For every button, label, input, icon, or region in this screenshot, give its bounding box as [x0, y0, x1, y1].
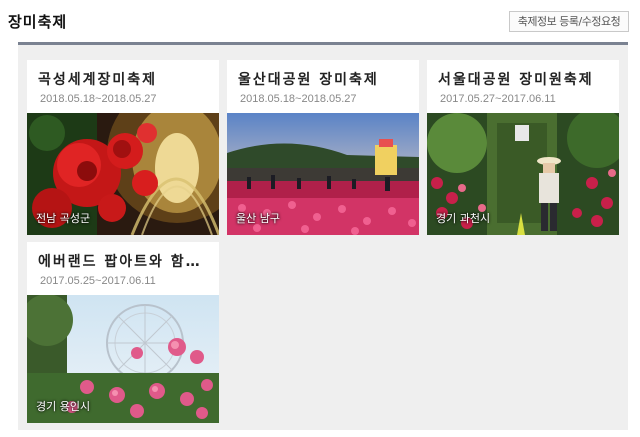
- festival-photo[interactable]: 울산 남구: [227, 113, 419, 235]
- festival-date: 2017.05.25~2017.06.11: [40, 275, 156, 287]
- festival-title[interactable]: 울산대공원 장미축제: [238, 69, 413, 89]
- festival-title[interactable]: 서울대공원 장미원축제: [438, 69, 613, 89]
- festival-card[interactable]: 울산대공원 장미축제 2018.05.18~2018.05.27 울산 남구: [227, 60, 419, 235]
- festival-card[interactable]: 서울대공원 장미원축제 2017.05.27~2017.06.11 경기 과천시: [427, 60, 619, 235]
- page-title: 장미축제: [8, 13, 68, 31]
- festival-card[interactable]: 에버랜드 팝아트와 함께하는 장미축제 2017.05.25~2017.06.1…: [27, 242, 219, 423]
- festival-card[interactable]: 곡성세계장미축제 2018.05.18~2018.05.27 전남 곡성군: [27, 60, 219, 235]
- festival-photo[interactable]: 경기 용인시: [27, 295, 219, 423]
- festival-date: 2018.05.18~2018.05.27: [40, 93, 157, 105]
- festival-location: 전남 곡성군: [36, 212, 91, 225]
- festival-location: 경기 용인시: [36, 400, 91, 413]
- festival-location: 울산 남구: [236, 212, 280, 225]
- festival-photo[interactable]: 경기 과천시: [427, 113, 619, 235]
- festival-title[interactable]: 에버랜드 팝아트와 함께하는 장미축제: [38, 251, 213, 271]
- festival-date: 2017.05.27~2017.06.11: [440, 93, 556, 105]
- festival-info-request-button[interactable]: 축제정보 등록/수정요청: [509, 11, 629, 32]
- page-header: 장미축제 축제정보 등록/수정요청: [0, 0, 640, 44]
- festival-photo[interactable]: 전남 곡성군: [27, 113, 219, 235]
- festival-location: 경기 과천시: [436, 212, 491, 225]
- festival-list-panel: 곡성세계장미축제 2018.05.18~2018.05.27 전남 곡성군 울산…: [18, 42, 628, 430]
- festival-title[interactable]: 곡성세계장미축제: [38, 69, 213, 89]
- festival-date: 2018.05.18~2018.05.27: [240, 93, 357, 105]
